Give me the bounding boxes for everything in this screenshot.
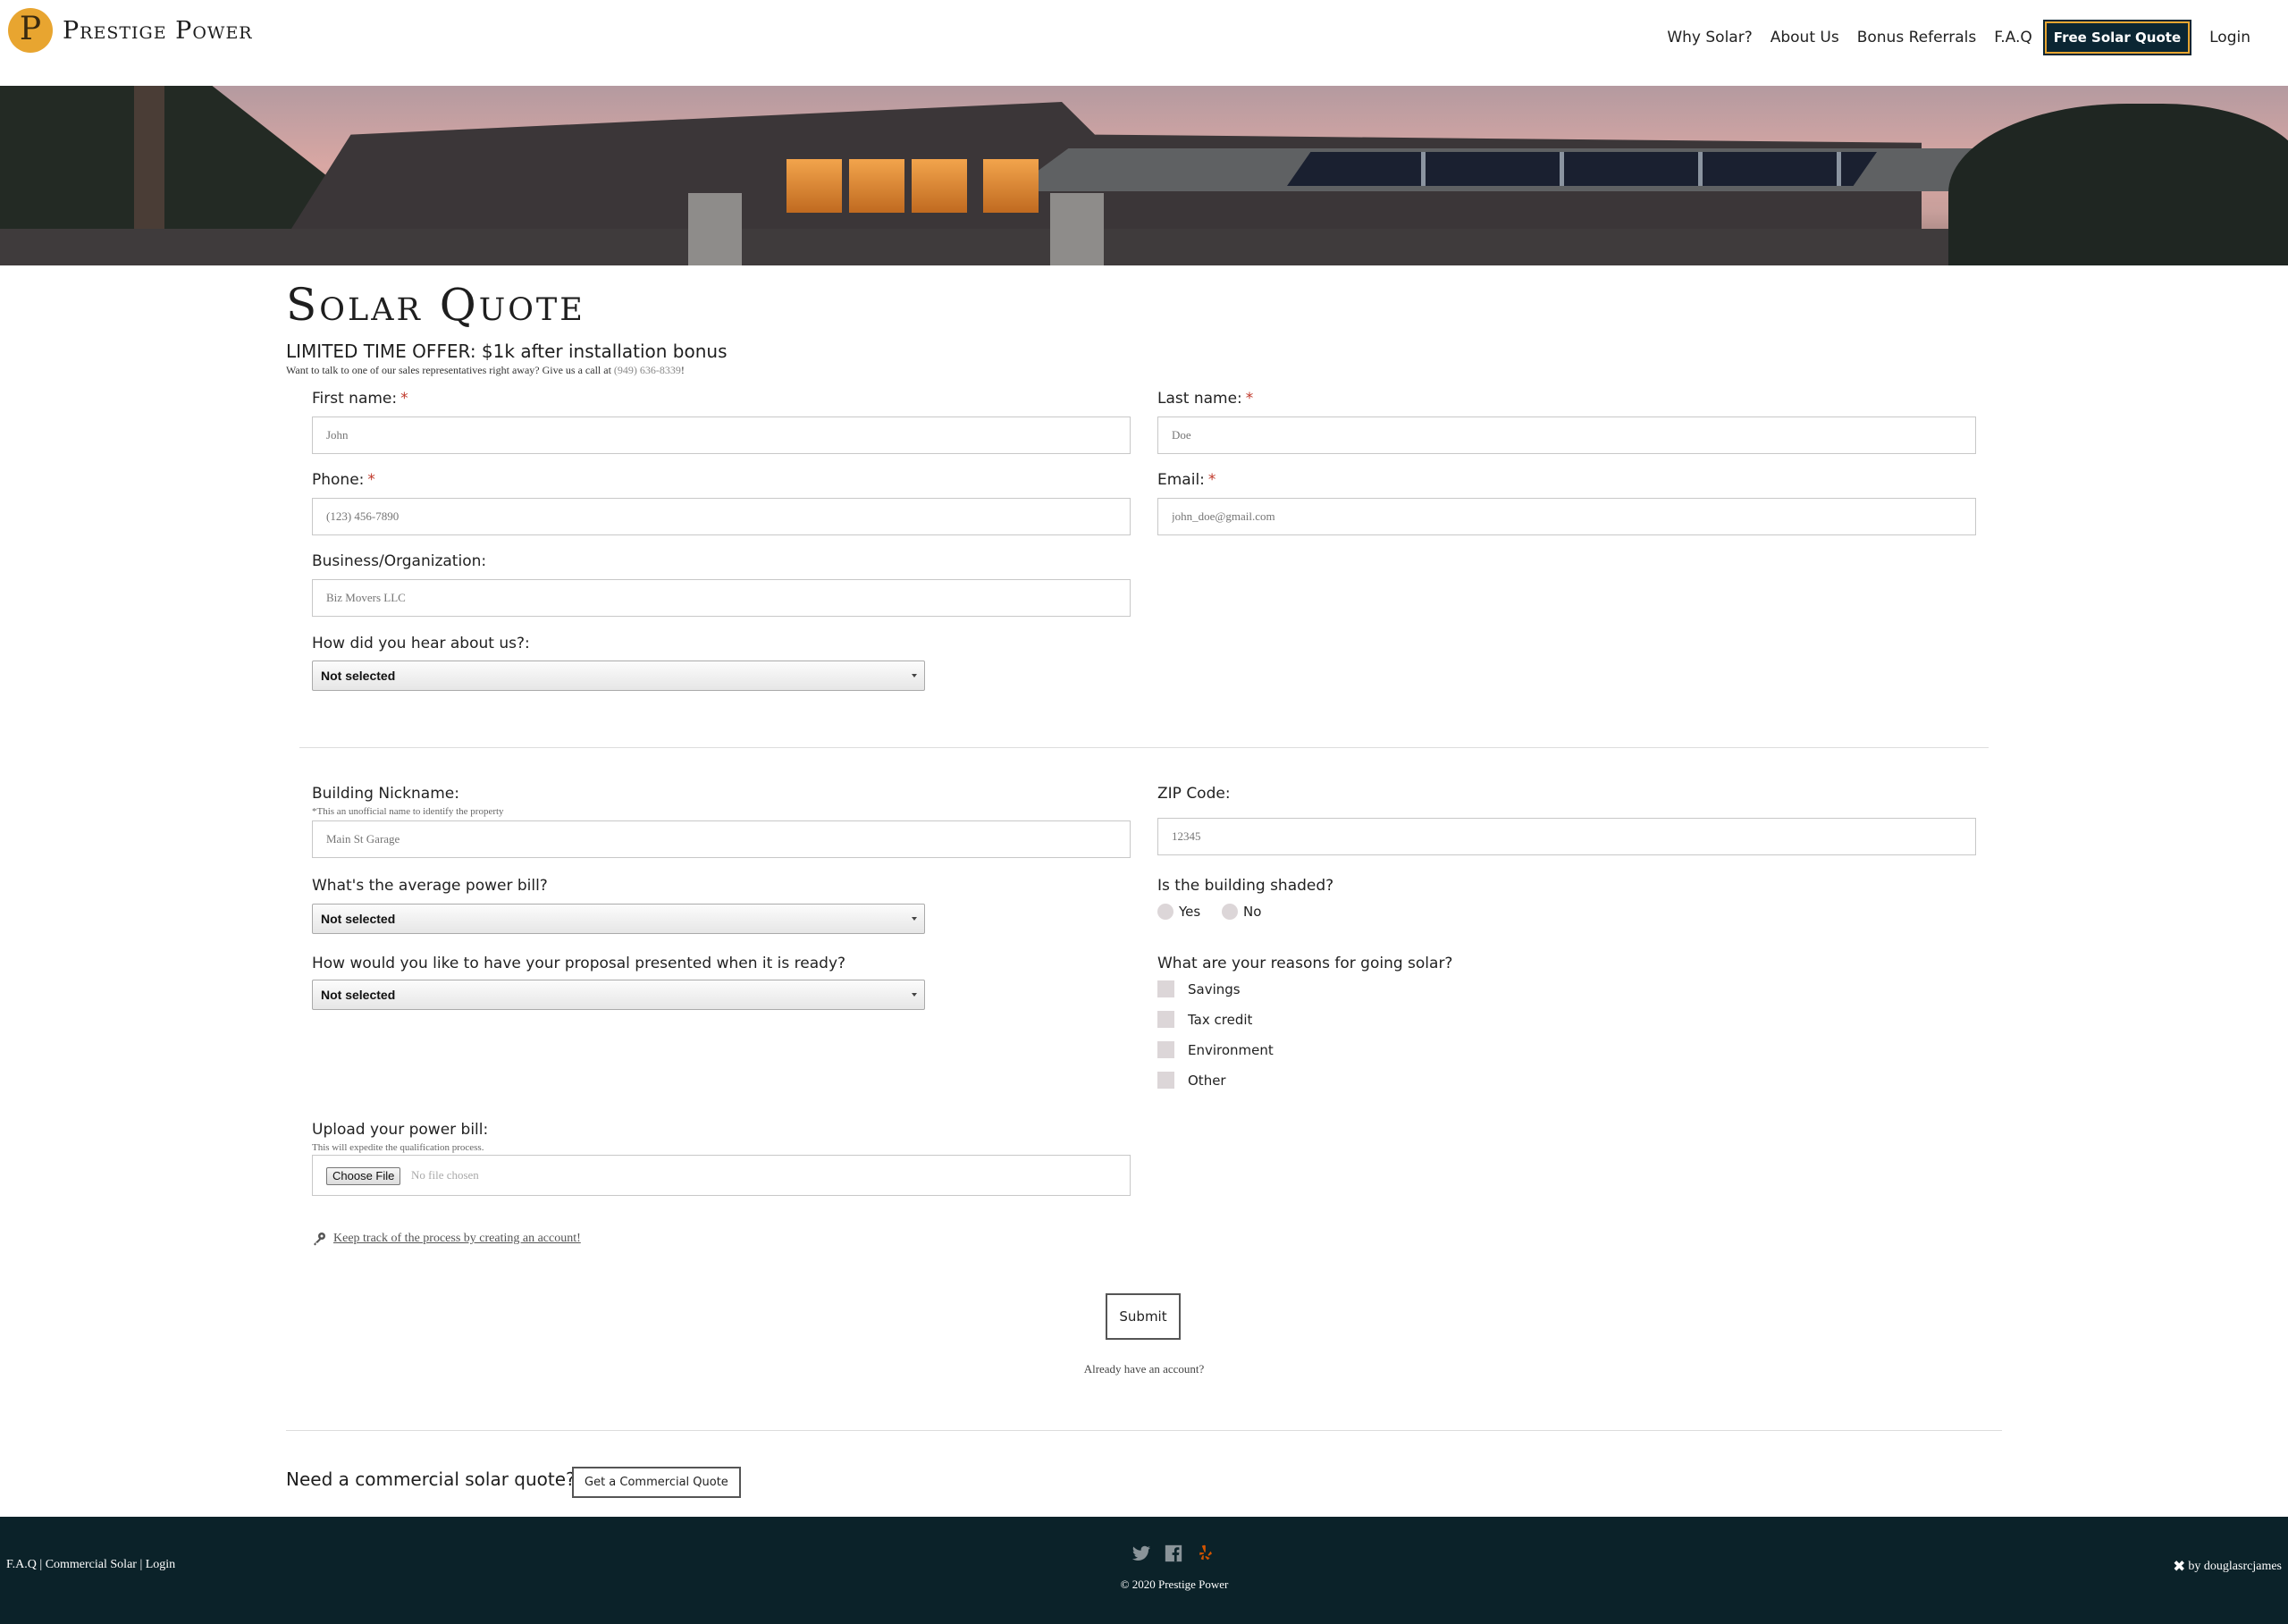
top-nav: Prestige Power Why Solar? About Us Bonus… [0, 0, 2288, 86]
shaded-no-radio[interactable]: No [1222, 904, 1261, 920]
caret-down-icon [912, 674, 917, 677]
yelp-icon[interactable] [1196, 1544, 1216, 1563]
free-solar-quote-button[interactable]: Free Solar Quote [2042, 20, 2192, 55]
reason-environment-checkbox[interactable]: Environment [1157, 1041, 1274, 1058]
social-links [1131, 1544, 1228, 1563]
tools-icon: ✖ [2173, 1558, 2186, 1576]
submit-button[interactable]: Submit [1106, 1293, 1181, 1340]
radio-circle-icon [1222, 904, 1238, 920]
last-name-label: Last name: * [1157, 390, 1254, 408]
power-bill-label: What's the average power bill? [312, 877, 548, 895]
business-label: Business/Organization: [312, 552, 487, 570]
shaded-label: Is the building shaded? [1157, 877, 1334, 895]
footer-links[interactable]: F.A.Q | Commercial Solar | Login [6, 1558, 175, 1572]
proposal-label: How would you like to have your proposal… [312, 955, 846, 972]
create-account-text: Keep track of the process by creating an… [333, 1232, 581, 1245]
checkbox-icon [1157, 980, 1174, 997]
call-suffix: ! [680, 364, 685, 376]
reason-environment-label: Environment [1188, 1041, 1274, 1058]
page-title: Solar Quote [286, 279, 585, 331]
nav-link-bonus-referrals[interactable]: Bonus Referrals [1857, 29, 1977, 46]
credit-link[interactable]: ✖ by douglasrcjames [2173, 1558, 2282, 1576]
upload-hint: This will expedite the qualification pro… [312, 1142, 484, 1153]
reason-other-label: Other [1188, 1072, 1226, 1089]
commercial-quote-button[interactable]: Get a Commercial Quote [572, 1467, 741, 1498]
choose-file-button[interactable]: Choose File [326, 1167, 401, 1185]
power-bill-value: Not selected [321, 912, 396, 926]
nav-link-about-us[interactable]: About Us [1771, 29, 1839, 46]
reason-tax-credit-checkbox[interactable]: Tax credit [1157, 1011, 1252, 1028]
commercial-divider [286, 1430, 2002, 1431]
zip-input[interactable] [1157, 818, 1976, 855]
offer-banner: LIMITED TIME OFFER: $1k after installati… [286, 341, 728, 362]
proposal-value: Not selected [321, 988, 396, 1002]
twitter-icon[interactable] [1131, 1544, 1151, 1563]
reason-savings-checkbox[interactable]: Savings [1157, 980, 1241, 997]
building-nickname-input[interactable] [312, 820, 1131, 858]
power-bill-select[interactable]: Not selected [312, 904, 925, 934]
reasons-label: What are your reasons for going solar? [1157, 955, 1453, 972]
create-account-link[interactable]: Keep track of the process by creating an… [312, 1232, 581, 1246]
first-name-input[interactable] [312, 417, 1131, 454]
checkbox-icon [1157, 1041, 1174, 1058]
hear-about-label: How did you hear about us?: [312, 635, 530, 652]
email-input[interactable] [1157, 498, 1976, 535]
reason-other-checkbox[interactable]: Other [1157, 1072, 1226, 1089]
nav-link-why-solar[interactable]: Why Solar? [1667, 29, 1752, 46]
proposal-select[interactable]: Not selected [312, 980, 925, 1010]
call-line: Want to talk to one of our sales represe… [286, 364, 685, 377]
upload-file-input[interactable]: Choose File No file chosen [312, 1155, 1131, 1196]
building-nickname-label: Building Nickname: [312, 785, 459, 803]
checkbox-icon [1157, 1072, 1174, 1089]
already-account-link[interactable]: Already have an account? [983, 1362, 1305, 1376]
nav-link-login[interactable]: Login [2209, 29, 2250, 46]
facebook-icon[interactable] [1164, 1544, 1183, 1563]
call-text: Want to talk to one of our sales represe… [286, 364, 611, 376]
phone-input[interactable] [312, 498, 1131, 535]
business-input[interactable] [312, 579, 1131, 617]
zip-label: ZIP Code: [1157, 785, 1231, 803]
email-label: Email: * [1157, 471, 1216, 489]
nav-links: Why Solar? About Us Bonus Referrals F.A.… [1649, 20, 2250, 55]
radio-circle-icon [1157, 904, 1173, 920]
upload-label: Upload your power bill: [312, 1121, 489, 1139]
credit-text: by douglasrcjames [2188, 1560, 2282, 1573]
caret-down-icon [912, 993, 917, 997]
shaded-no-label: No [1243, 904, 1262, 920]
last-name-input[interactable] [1157, 417, 1976, 454]
reason-tax-credit-label: Tax credit [1188, 1011, 1253, 1028]
nav-link-faq[interactable]: F.A.Q [1994, 29, 2032, 46]
brand-logo[interactable]: Prestige Power [8, 8, 253, 53]
file-status: No file chosen [411, 1168, 479, 1182]
caret-down-icon [912, 917, 917, 921]
footer: F.A.Q | Commercial Solar | Login © 2020 … [0, 1517, 2288, 1624]
shaded-yes-radio[interactable]: Yes [1157, 904, 1200, 920]
reason-savings-label: Savings [1188, 980, 1241, 997]
section-divider [299, 747, 1989, 748]
sun-logo-icon [8, 8, 53, 53]
phone-link[interactable]: (949) 636-8339 [614, 364, 681, 376]
hero-image [0, 86, 2288, 265]
key-icon [314, 1233, 325, 1246]
checkbox-icon [1157, 1011, 1174, 1028]
hear-about-select[interactable]: Not selected [312, 661, 925, 691]
copyright: © 2020 Prestige Power [1120, 1578, 1229, 1591]
first-name-label: First name: * [312, 390, 408, 408]
brand-name: Prestige Power [63, 16, 253, 45]
hear-about-value: Not selected [321, 669, 396, 683]
phone-label: Phone: * [312, 471, 375, 489]
building-nickname-hint: *This an unofficial name to identify the… [312, 806, 504, 817]
commercial-question: Need a commercial solar quote? [286, 1468, 576, 1490]
shaded-yes-label: Yes [1179, 904, 1201, 920]
